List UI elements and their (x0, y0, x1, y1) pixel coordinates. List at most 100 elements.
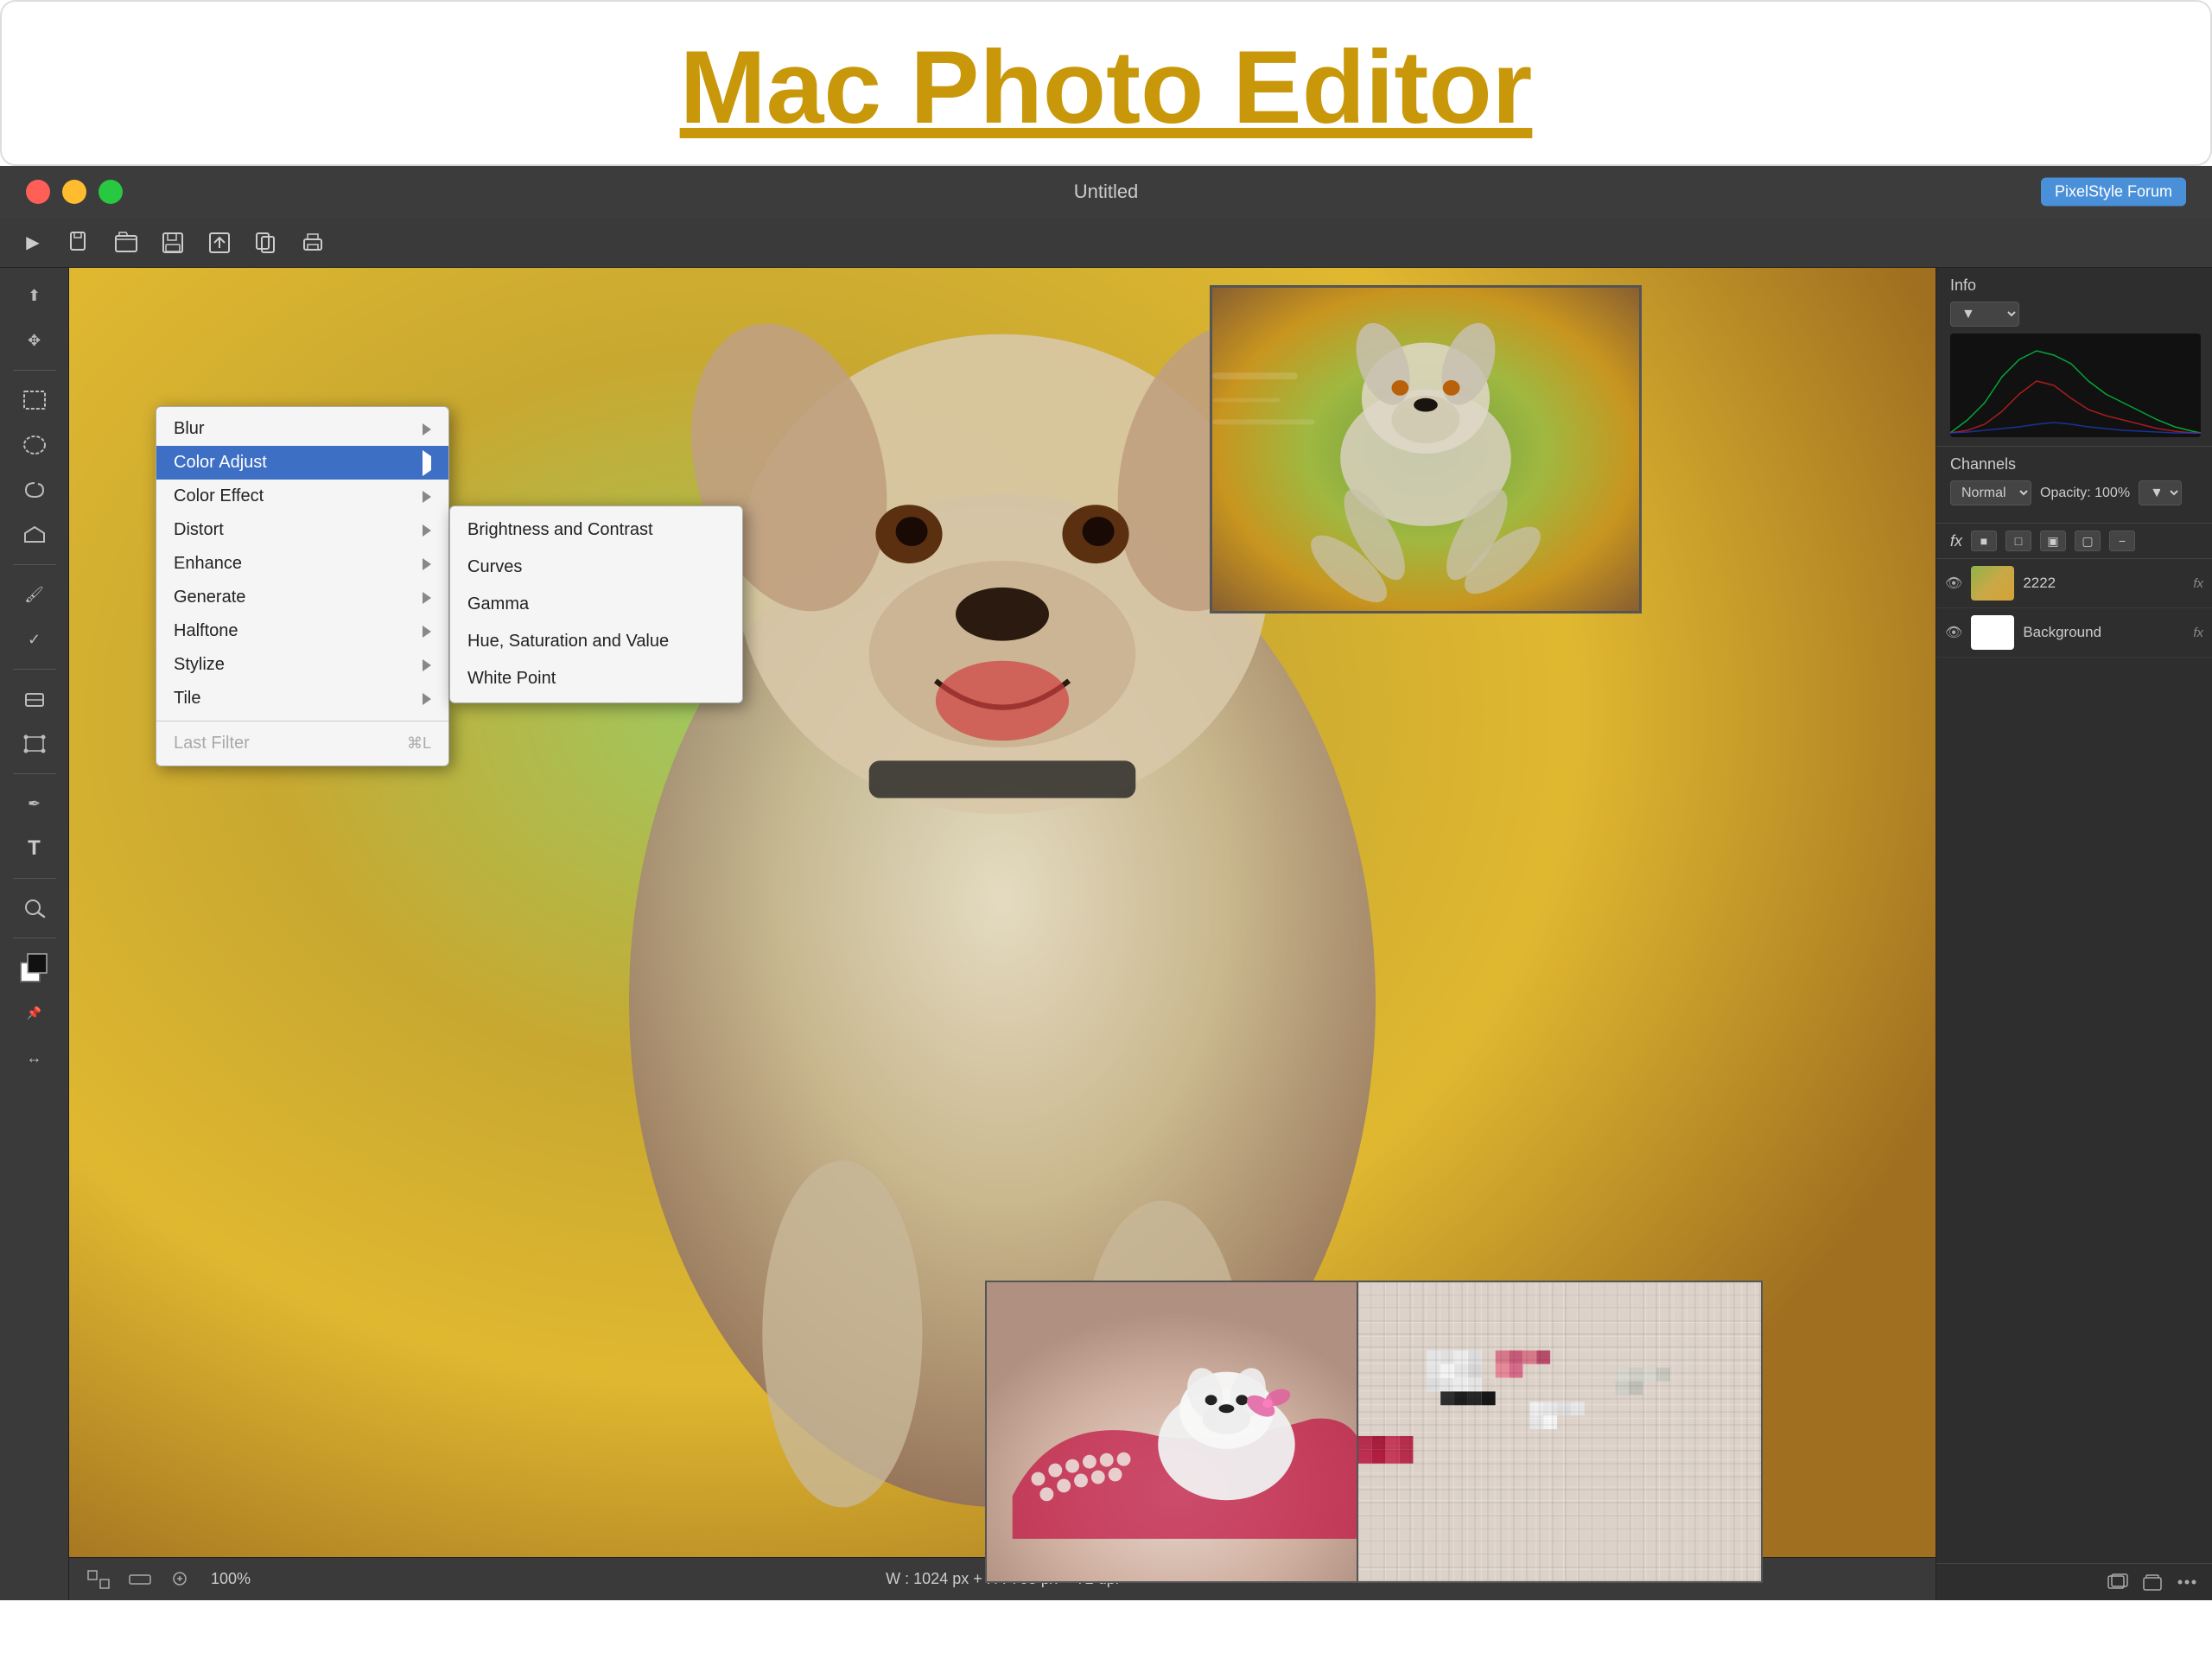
layer-visibility-2222[interactable]: 👁 (1945, 575, 1962, 592)
layer-item-background[interactable]: 👁 Background fx (1936, 608, 2212, 658)
curves-item[interactable]: Curves (450, 549, 742, 586)
canvas-area: Blur Color Adjust Color Effect (69, 268, 1936, 1600)
opacity-dropdown[interactable]: ▼ (2139, 480, 2182, 505)
color-adjust-arrow (423, 456, 431, 470)
status-zoom: 100% (211, 1570, 251, 1588)
contract-icon (128, 1569, 152, 1590)
halftone-menu-item[interactable]: Halftone (156, 614, 448, 648)
print-doc-icon[interactable] (297, 227, 328, 258)
photo-pixelated (1357, 1281, 1763, 1583)
last-filter-label: Last Filter (174, 734, 250, 753)
page-title-area: Mac Photo Editor (0, 0, 2212, 166)
open-doc-icon[interactable] (111, 227, 142, 258)
info-label: Info (1950, 276, 2198, 295)
save-doc-icon[interactable] (157, 227, 188, 258)
zoom-tool[interactable] (12, 889, 57, 927)
new-layer-btn[interactable]: − (2109, 531, 2135, 551)
stylize-menu-item[interactable]: Stylize (156, 648, 448, 682)
export-doc-icon[interactable] (251, 227, 282, 258)
brightness-contrast-item[interactable]: Brightness and Contrast (450, 512, 742, 549)
color-adjust-arrow-icon (423, 450, 431, 476)
polygon-lasso-tool[interactable] (12, 516, 57, 554)
layer-fx-bg: fx (2193, 626, 2203, 640)
color-effect-arrow (423, 491, 431, 503)
window-title: Untitled (1074, 181, 1139, 203)
clone-stamp-tool[interactable]: ✓ (12, 620, 57, 658)
delete-layer-btn[interactable]: ▢ (2075, 531, 2101, 551)
foreground-color[interactable] (12, 949, 57, 987)
layer-style-btn[interactable]: ▣ (2040, 531, 2066, 551)
close-button[interactable] (26, 180, 50, 204)
toolbox: ⬆ ✥ 🖌 ✓ ✒ (0, 268, 69, 1600)
new-layer-icon[interactable] (2107, 1573, 2129, 1592)
blend-mode-select[interactable]: Normal Multiply Screen Overlay (1950, 480, 2031, 505)
fx-label: fx (1950, 532, 1962, 550)
tile-menu-item[interactable]: Tile (156, 682, 448, 715)
panel-bottom-bar (1936, 1563, 2212, 1600)
title-bar: Untitled PixelStyle Forum (0, 166, 2212, 218)
halftone-label: Halftone (174, 621, 238, 641)
layer-thumb-2222 (1971, 566, 2014, 601)
text-tool[interactable]: T (12, 830, 57, 868)
color-effect-menu-item[interactable]: Color Effect (156, 480, 448, 513)
right-panel: Info ▼ (1936, 268, 2212, 1600)
color-effect-label: Color Effect (174, 486, 264, 506)
transform-tool[interactable] (12, 725, 57, 763)
layer-item-2222[interactable]: 👁 2222 fx (1936, 559, 2212, 608)
channels-section: Channels Normal Multiply Screen Overlay … (1936, 447, 2212, 524)
lasso-tool[interactable] (12, 471, 57, 509)
page-title-link[interactable]: Mac Photo Editor (680, 29, 1533, 145)
distort-menu-item[interactable]: Distort (156, 513, 448, 547)
rect-marquee-tool[interactable] (12, 381, 57, 419)
hue-saturation-item[interactable]: Hue, Saturation and Value (450, 623, 742, 660)
tool-separator-5 (13, 878, 56, 879)
zoom-plus-icon[interactable] (169, 1569, 194, 1590)
share-doc-icon[interactable] (204, 227, 235, 258)
pen-tool[interactable]: ✒ (12, 785, 57, 823)
layer-options-icon[interactable] (2176, 1573, 2198, 1592)
opacity-text: Opacity: 100% (2040, 486, 2130, 501)
distort-arrow (423, 524, 431, 537)
arrow-select-tool[interactable]: ⬆ (12, 276, 57, 315)
blur-menu-item[interactable]: Blur (156, 412, 448, 446)
layers-panel: 👁 2222 fx 👁 Background fx (1936, 559, 2212, 1563)
info-dropdown[interactable]: ▼ (1950, 302, 2019, 327)
photo-puppy-shoe (985, 1281, 1365, 1583)
layer-effects-row: fx ■ □ ▣ ▢ − (1936, 524, 2212, 559)
gamma-item[interactable]: Gamma (450, 586, 742, 623)
toolbar: ▶ (0, 218, 2212, 268)
last-filter-section: Last Filter ⌘L (156, 721, 448, 766)
arrow-tool-icon[interactable]: ▶ (17, 227, 48, 258)
new-doc-icon[interactable] (64, 227, 95, 258)
blend-mode-row: Normal Multiply Screen Overlay Opacity: … (1950, 480, 2198, 505)
last-filter-shortcut: ⌘L (407, 734, 431, 753)
histogram-svg (1950, 334, 2201, 437)
move-tool[interactable]: ✥ (12, 321, 57, 359)
distort-label: Distort (174, 520, 224, 540)
photo-husky-top (1210, 285, 1642, 613)
eraser-tool[interactable] (12, 680, 57, 718)
generate-menu-item[interactable]: Generate (156, 581, 448, 614)
minimize-button[interactable] (62, 180, 86, 204)
info-panel: Info ▼ (1936, 268, 2212, 447)
delete-layer-icon[interactable] (2141, 1573, 2164, 1592)
white-point-item[interactable]: White Point (450, 660, 742, 697)
layer-visibility-bg[interactable]: 👁 (1945, 624, 1962, 641)
generate-arrow (423, 592, 431, 604)
mask-btn[interactable]: □ (2005, 531, 2031, 551)
circle-marquee-tool[interactable] (12, 426, 57, 464)
stamp-tool[interactable]: 📌 (12, 994, 57, 1032)
enhance-menu-item[interactable]: Enhance (156, 547, 448, 581)
history-brush-tool[interactable]: ↔ (12, 1039, 57, 1077)
context-menu: Blur Color Adjust Color Effect (156, 406, 449, 766)
tool-separator-3 (13, 669, 56, 670)
tool-separator-1 (13, 370, 56, 371)
maximize-button[interactable] (99, 180, 123, 204)
paint-brush-tool[interactable]: 🖌 (12, 575, 57, 613)
color-adjust-menu-item[interactable]: Color Adjust (156, 446, 448, 480)
color-adjust-label: Color Adjust (174, 453, 267, 473)
window-controls (26, 180, 123, 204)
add-layer-btn[interactable]: ■ (1971, 531, 1997, 551)
last-filter-menu-item: Last Filter ⌘L (156, 727, 448, 760)
layer-name-bg: Background (2023, 624, 2184, 641)
